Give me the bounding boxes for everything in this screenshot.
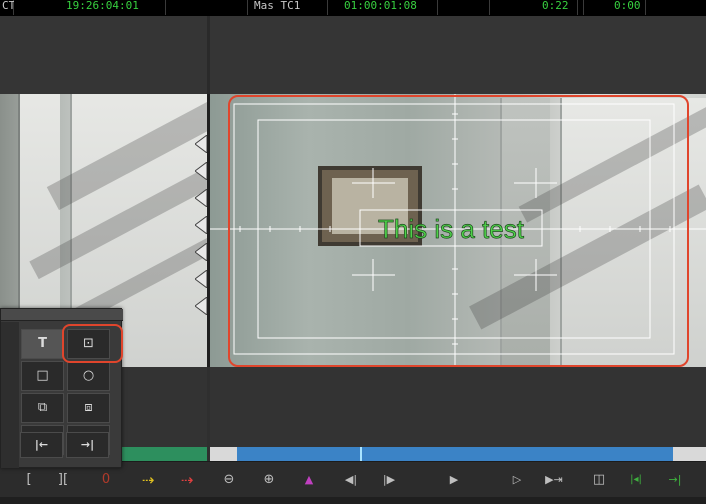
timecode-strip: CT 19:26:04:01 Mas TC1 01:00:01:08 0:22 … [0, 0, 706, 16]
palette-side-strip [1, 322, 19, 468]
master-timecode[interactable]: 01:00:01:08 [328, 0, 438, 15]
marker-button[interactable]: ▲ [298, 469, 320, 491]
split-view-button[interactable]: ◫ [588, 469, 610, 491]
play-in-out-button[interactable]: ▷ [506, 469, 528, 491]
upper-band [0, 16, 706, 94]
remaining-readout[interactable]: 0:00 [584, 0, 646, 15]
keyframe-marker[interactable] [195, 189, 207, 207]
keyframe-marker[interactable] [195, 297, 207, 315]
left-tc-label: CT [0, 0, 15, 15]
align-right-tool-button[interactable]: →| [66, 432, 109, 458]
keyframe-marker[interactable] [195, 162, 207, 180]
bottom-strip [0, 497, 706, 504]
monitor-divider [207, 16, 210, 94]
source-position-bar[interactable] [120, 447, 207, 461]
record-lower-band [210, 367, 706, 447]
master-tc-label[interactable]: Mas TC1 [248, 0, 328, 15]
rectangle-tool-button[interactable]: □ [21, 361, 64, 391]
step-forward-button[interactable]: |▶ [378, 469, 400, 491]
text-tool-button[interactable]: T [21, 329, 64, 359]
oval-tool-button[interactable]: ○ [67, 361, 110, 391]
tc-spacer [166, 0, 248, 15]
duration-readout[interactable]: 0:22 [490, 0, 578, 15]
keyframe-marker[interactable] [195, 243, 207, 261]
record-position-bar[interactable] [237, 447, 673, 461]
annotation-highlight-tool [62, 324, 123, 363]
annotation-highlight-monitor [228, 95, 689, 367]
palette-title-bar[interactable] [1, 309, 123, 321]
go-to-out-button[interactable]: →| [664, 469, 686, 491]
go-to-in-button[interactable]: |◂| [625, 469, 647, 491]
align-left-tool-button[interactable]: |← [20, 432, 63, 458]
play-button[interactable]: ▶ [443, 469, 465, 491]
composer-window: CT 19:26:04:01 Mas TC1 01:00:01:08 0:22 … [0, 0, 706, 504]
keyframe-marker[interactable] [195, 135, 207, 153]
mark-in-button[interactable]: [ [18, 469, 40, 491]
record-indicator: 0 [101, 472, 111, 487]
send-backward-tool-button[interactable]: ⧈ [67, 393, 110, 423]
overwrite-button[interactable]: ⇢ [176, 469, 198, 491]
left-timecode[interactable]: 19:26:04:01 [14, 0, 166, 15]
tc-spacer-2 [438, 0, 490, 15]
play-to-out-button[interactable]: ▶⇥ [543, 469, 565, 491]
keyframe-marker[interactable] [195, 216, 207, 234]
splice-in-button[interactable]: ⇢ [137, 469, 159, 491]
playhead[interactable] [360, 447, 362, 461]
bring-forward-tool-button[interactable]: ⧉ [21, 393, 64, 423]
zoom-out-button[interactable]: ⊖ [218, 469, 240, 491]
step-back-button[interactable]: ◀| [340, 469, 362, 491]
zoom-in-button[interactable]: ⊕ [258, 469, 280, 491]
keyframe-marker[interactable] [195, 270, 207, 288]
record-position-bar-start[interactable] [210, 447, 237, 461]
record-position-bar-end[interactable] [673, 447, 706, 461]
mark-clip-button[interactable]: ][ [52, 469, 74, 491]
